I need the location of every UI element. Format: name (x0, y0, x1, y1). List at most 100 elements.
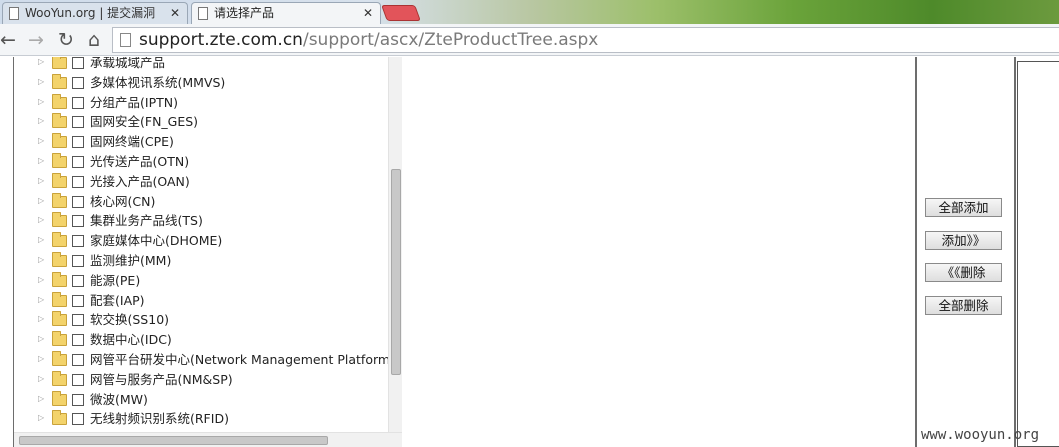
remove-button[interactable]: 《《删除 (925, 263, 1002, 282)
tree-node-label: 分组产品(IPTN) (90, 94, 178, 110)
tab-select-product[interactable]: 请选择产品 ✕ (191, 2, 381, 24)
tree-node-label: 微波(MW) (90, 391, 148, 407)
reload-icon[interactable]: ↻ (54, 28, 78, 52)
node-checkbox[interactable] (72, 334, 84, 347)
node-checkbox[interactable] (72, 195, 84, 208)
folder-icon (52, 252, 67, 267)
folder-icon (52, 93, 67, 109)
vertical-scrollbar[interactable] (388, 57, 402, 432)
remove-all-button[interactable]: 全部删除 (925, 296, 1002, 315)
back-arrow-icon[interactable]: ← (0, 28, 20, 52)
tab-strip: WooYun.org | 提交漏洞 ✕ 请选择产品 ✕ (0, 0, 1059, 24)
node-checkbox[interactable] (72, 393, 84, 406)
node-checkbox[interactable] (72, 175, 84, 188)
page-content: ▷ 承载城域产品 ▷ 多媒体视讯系统(MMVS) ▷ 分组产品(IPTN) ▷ 固网安全(FN… (0, 57, 1059, 447)
folder-icon (52, 212, 67, 228)
expand-arrow-icon[interactable]: ▷ (38, 97, 44, 106)
expand-arrow-icon[interactable]: ▷ (38, 334, 44, 343)
expand-arrow-icon[interactable]: ▷ (38, 116, 44, 125)
folder-icon (52, 153, 67, 168)
tab-wooyun[interactable]: WooYun.org | 提交漏洞 ✕ (2, 2, 188, 24)
folder-icon (52, 390, 67, 406)
node-checkbox[interactable] (72, 116, 84, 129)
tree-node-label: 配套(IAP) (90, 292, 145, 308)
node-checkbox[interactable] (72, 255, 84, 267)
scrollbar-thumb[interactable] (19, 436, 328, 445)
node-checkbox[interactable] (72, 156, 84, 168)
expand-arrow-icon[interactable]: ▷ (38, 156, 44, 165)
close-icon[interactable]: ✕ (363, 3, 373, 23)
url-host: support.zte.com.cn (139, 30, 303, 50)
tree-node-label: 光接入产品(OAN) (90, 173, 190, 189)
browser-toolbar: ← → ↻ ⌂ support.zte.com.cn/support/ascx/… (0, 24, 1059, 56)
folder-icon (52, 113, 67, 129)
tree-node-label: 能源(PE) (90, 272, 141, 288)
folder-icon (52, 351, 67, 366)
folder-icon (52, 73, 67, 89)
node-checkbox[interactable] (72, 274, 84, 287)
expand-arrow-icon[interactable]: ▷ (38, 354, 44, 363)
tree-node-label: 集群业务产品线(TS) (90, 213, 203, 229)
expand-arrow-icon[interactable]: ▷ (38, 235, 44, 244)
node-checkbox[interactable] (72, 76, 84, 89)
tree-node-label: 多媒体视讯系统(MMVS) (90, 74, 226, 90)
add-button[interactable]: 添加》》 (925, 231, 1002, 250)
selected-products-list[interactable] (1017, 61, 1059, 447)
tree-node-label: 光传送产品(OTN) (90, 154, 190, 169)
folder-icon (52, 271, 67, 287)
node-checkbox[interactable] (72, 215, 84, 228)
tree-node-label: 软交换(SS10) (90, 312, 170, 328)
close-icon[interactable]: ✕ (170, 3, 180, 23)
add-all-button[interactable]: 全部添加 (925, 198, 1002, 217)
node-checkbox[interactable] (72, 96, 84, 109)
expand-arrow-icon[interactable]: ▷ (38, 374, 44, 383)
forward-arrow-icon[interactable]: → (24, 28, 48, 52)
expand-arrow-icon[interactable]: ▷ (38, 136, 44, 145)
node-checkbox[interactable] (72, 57, 84, 69)
page-icon (198, 7, 208, 20)
product-tree: ▷ 承载城域产品 ▷ 多媒体视讯系统(MMVS) ▷ 分组产品(IPTN) ▷ 固网安全(FN… (14, 57, 388, 432)
node-checkbox[interactable] (72, 294, 84, 307)
tree-node-label: 数据中心(IDC) (90, 332, 172, 348)
expand-arrow-icon[interactable]: ▷ (38, 57, 44, 66)
expand-arrow-icon[interactable]: ▷ (38, 275, 44, 284)
expand-arrow-icon[interactable]: ▷ (38, 77, 44, 86)
expand-arrow-icon[interactable]: ▷ (38, 295, 44, 304)
folder-icon (52, 172, 67, 188)
left-frame-edge (0, 57, 14, 447)
expand-arrow-icon[interactable]: ▷ (38, 176, 44, 185)
page-icon (9, 7, 19, 20)
node-checkbox[interactable] (72, 136, 84, 149)
expand-arrow-icon[interactable]: ▷ (38, 196, 44, 205)
node-checkbox[interactable] (72, 235, 84, 248)
watermark: www.wooyun.org (921, 427, 1040, 443)
tree-node-label: 固网终端(CPE) (90, 134, 174, 150)
expand-arrow-icon[interactable]: ▷ (38, 215, 44, 224)
folder-icon (52, 232, 67, 248)
panel-divider (915, 57, 917, 447)
tab-title: WooYun.org | 提交漏洞 (25, 6, 156, 20)
tree-node-label: 无线射频识别系统(RFID) (90, 411, 229, 427)
node-checkbox[interactable] (72, 373, 84, 386)
expand-arrow-icon[interactable]: ▷ (38, 394, 44, 403)
address-bar[interactable]: support.zte.com.cn/support/ascx/ZteProdu… (112, 27, 1059, 53)
folder-icon (52, 291, 67, 307)
folder-icon (52, 331, 67, 347)
scrollbar-thumb[interactable] (391, 169, 401, 375)
node-checkbox[interactable] (72, 413, 84, 426)
tree-node-label: 家庭媒体中心(DHOME) (90, 233, 223, 249)
expand-arrow-icon[interactable]: ▷ (38, 314, 44, 323)
panel-divider (1014, 57, 1016, 447)
node-checkbox[interactable] (72, 354, 84, 366)
expand-arrow-icon[interactable]: ▷ (38, 255, 44, 264)
tree-node-label: 核心网(CN) (90, 193, 156, 209)
tree-node-label: 监测维护(MM) (90, 253, 172, 268)
folder-icon (52, 192, 67, 208)
new-tab-button[interactable] (381, 5, 421, 21)
expand-arrow-icon[interactable]: ▷ (38, 413, 44, 422)
folder-icon (52, 370, 67, 386)
folder-icon (52, 311, 67, 327)
home-icon[interactable]: ⌂ (82, 28, 106, 52)
horizontal-scrollbar[interactable] (14, 432, 402, 447)
node-checkbox[interactable] (72, 314, 84, 327)
